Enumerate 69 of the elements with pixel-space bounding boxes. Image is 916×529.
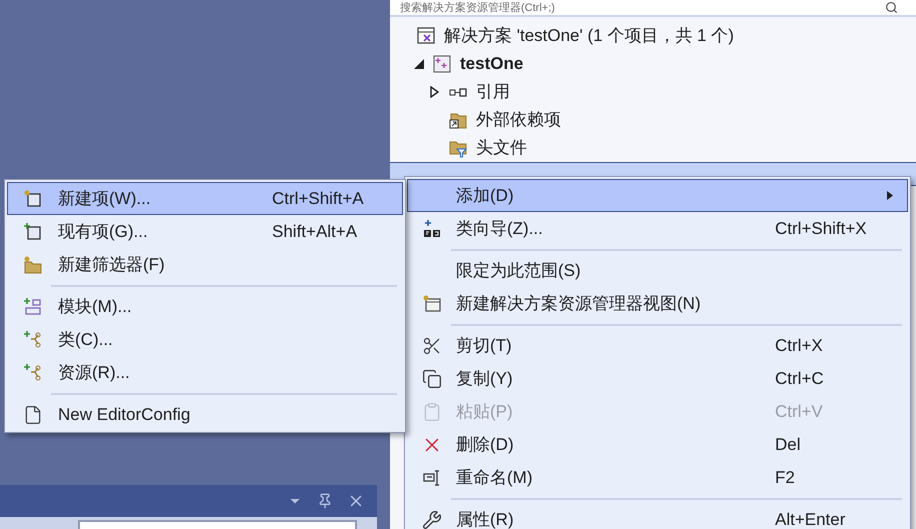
add-resource-icon <box>23 362 43 382</box>
tree-item-label[interactable]: 外部依赖项 <box>476 107 561 133</box>
menu-item-label: 类(C)... <box>58 328 113 351</box>
menu-item[interactable]: 新建解决方案资源管理器视图(N) <box>407 287 908 320</box>
menu-item-label: 模块(M)... <box>58 296 132 318</box>
pin-icon[interactable] <box>317 493 333 509</box>
menu-item-label: 类向导(Z)... <box>456 218 543 240</box>
shortcut-label: Ctrl+Shift+A <box>272 188 365 210</box>
menu-item[interactable]: New EditorConfig <box>7 398 403 431</box>
add-class-icon <box>23 330 43 350</box>
tree-item-label[interactable]: 引用 <box>476 79 510 105</box>
menu-item[interactable]: 类向导(Z)... Ctrl+Shift+X <box>407 212 908 245</box>
menu-item-label: 删除(D) <box>456 434 514 456</box>
menu-item[interactable]: 重命名(M) F2 <box>407 461 908 494</box>
search-icon[interactable] <box>885 1 898 14</box>
menu-item-label: 重命名(M) <box>456 466 532 489</box>
shortcut-label: Ctrl+V <box>775 400 824 423</box>
menu-item[interactable]: 模块(M)... <box>7 290 403 323</box>
shortcut-label: Shift+Alt+A <box>272 220 358 243</box>
menu-item[interactable]: 剪切(T) Ctrl+X <box>407 329 908 362</box>
menu-item[interactable]: 现有项(G)... Shift+Alt+A <box>7 215 403 248</box>
new-item-icon <box>23 188 43 208</box>
menu-item-label: 新建项(W)... <box>58 188 151 210</box>
shortcut-label: Ctrl+C <box>775 368 825 390</box>
shortcut-label: Alt+Enter <box>775 508 846 529</box>
menu-item[interactable]: 属性(R) Alt+Enter <box>407 503 908 529</box>
menu-item[interactable]: 添加(D) <box>407 179 908 212</box>
class-wizard-icon <box>422 218 442 238</box>
cut-icon <box>422 336 442 356</box>
menu-item-label: 资源(R)... <box>58 362 130 384</box>
project-icon <box>432 54 452 74</box>
menu-item[interactable]: 新建筛选器(F) <box>7 248 403 281</box>
wrench-icon <box>422 510 442 529</box>
tree-item-label[interactable]: testOne <box>460 51 524 77</box>
tree-item-label[interactable]: 头文件 <box>476 135 527 161</box>
menu-item-label: 剪切(T) <box>456 334 512 357</box>
expand-toggle-icon[interactable] <box>414 59 424 69</box>
shortcut-label: F2 <box>775 466 796 489</box>
file-icon <box>23 404 43 424</box>
search-field[interactable]: 搜索解决方案资源管理器(Ctrl+;) <box>390 0 916 17</box>
menu-item[interactable]: 类(C)... <box>7 323 403 356</box>
tree-item-label[interactable]: 解决方案 'testOne' (1 个项目，共 1 个) <box>444 23 734 49</box>
shortcut-label: Ctrl+Shift+X <box>775 218 868 240</box>
new-view-icon <box>422 294 442 314</box>
copy-icon <box>422 368 442 388</box>
add-module-icon <box>23 296 43 316</box>
menu-item-label: 新建解决方案资源管理器视图(N) <box>456 292 701 315</box>
menu-item[interactable]: 复制(Y) Ctrl+C <box>407 362 908 395</box>
menu-item-label: 属性(R) <box>456 508 514 529</box>
menu-item-label: 粘贴(P) <box>456 400 513 423</box>
menu-item-label: 复制(Y) <box>456 368 513 390</box>
paste-icon <box>422 402 442 422</box>
menu-item[interactable]: 删除(D) Del <box>407 428 908 461</box>
shortcut-label: Del <box>775 434 802 456</box>
new-folder-icon <box>23 254 43 274</box>
menu-item[interactable]: 新建项(W)... Ctrl+Shift+A <box>7 182 403 215</box>
rename-icon <box>422 468 442 488</box>
menu-item-label: 添加(D) <box>456 184 514 207</box>
solution-icon <box>416 26 436 46</box>
menu-item[interactable]: 限定为此范围(S) <box>407 254 908 287</box>
menu-item-label: 现有项(G)... <box>58 220 148 243</box>
menu-item-label: 新建筛选器(F) <box>58 254 165 276</box>
expand-toggle-icon[interactable] <box>430 86 440 98</box>
menu-item-label: New EditorConfig <box>58 404 190 426</box>
search-placeholder: 搜索解决方案资源管理器(Ctrl+;) <box>399 1 555 15</box>
add-item-icon <box>23 222 43 242</box>
menu-item[interactable]: 资源(R)... <box>7 356 403 389</box>
menu-item-label: 限定为此范围(S) <box>456 260 581 282</box>
shortcut-label: Ctrl+X <box>775 334 824 357</box>
